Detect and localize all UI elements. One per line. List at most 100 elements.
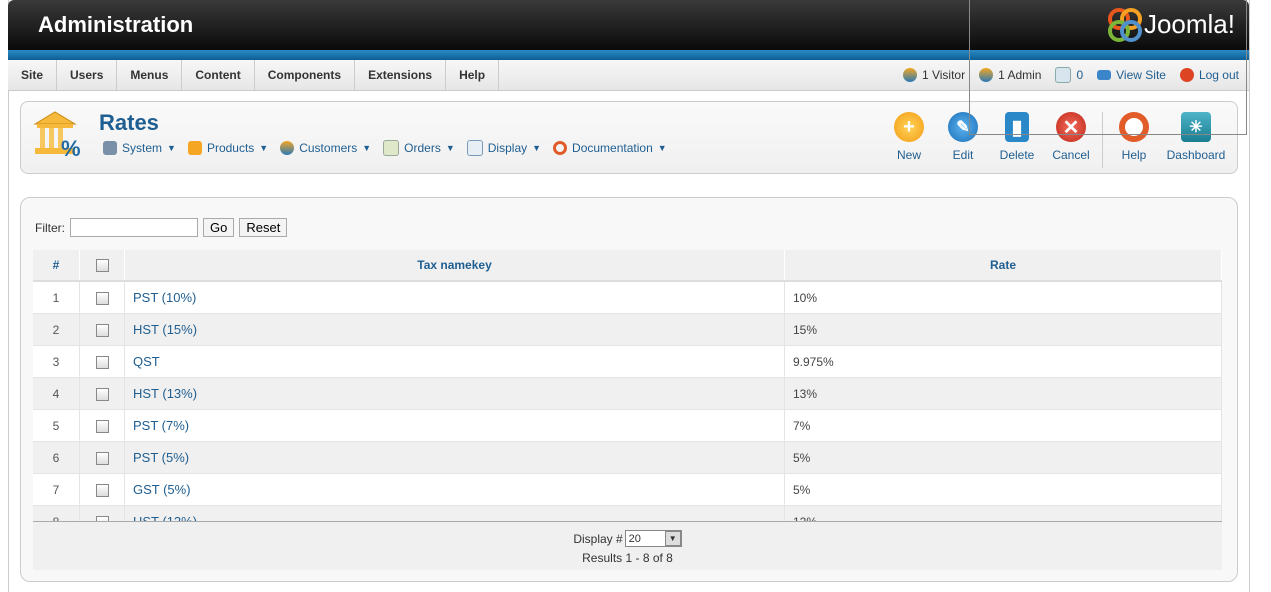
menu-users[interactable]: Users <box>57 60 118 90</box>
submenu-customers-label: Customers <box>299 141 358 155</box>
display-select[interactable]: 20 ▼ <box>624 530 682 547</box>
row-name-link[interactable]: QST <box>133 354 160 369</box>
table-row: 5 PST (7%) 7% <box>33 409 1222 442</box>
row-checkbox[interactable] <box>95 451 109 465</box>
display-limit: Display # 20 ▼ <box>33 530 1222 547</box>
reset-button[interactable]: Reset <box>239 218 288 237</box>
header-title: Administration <box>38 12 194 37</box>
row-number: 7 <box>33 473 80 506</box>
chevron-down-icon: ▼ <box>167 143 176 153</box>
delete-button-label: Delete <box>999 148 1035 162</box>
row-checkbox[interactable] <box>95 419 109 433</box>
content-panel: Filter: Go Reset # Tax namekey Rate 1 PS… <box>20 197 1238 582</box>
filter-label: Filter: <box>35 220 65 235</box>
chevron-down-icon: ▼ <box>657 143 667 153</box>
submenu-orders-label: Orders <box>404 141 441 155</box>
table-row: 6 PST (5%) 5% <box>33 441 1222 474</box>
users-icon <box>902 68 917 82</box>
display-icon <box>466 140 483 156</box>
results-count: Results 1 - 8 of 8 <box>582 551 673 565</box>
column-header-name[interactable]: Tax namekey <box>124 250 785 282</box>
row-select <box>79 409 125 442</box>
row-number: 3 <box>33 345 80 378</box>
rates-table: # Tax namekey Rate 1 PST (10%) 10% 2 HST… <box>33 250 1222 538</box>
menu-extensions[interactable]: Extensions <box>355 60 447 90</box>
row-select <box>79 377 125 410</box>
wrench-icon <box>103 141 117 155</box>
row-name-link[interactable]: HST (13%) <box>133 386 197 401</box>
go-button[interactable]: Go <box>203 218 235 237</box>
table-row: 2 HST (15%) 15% <box>33 313 1222 346</box>
chevron-down-icon: ▼ <box>664 531 681 546</box>
row-select <box>79 281 125 314</box>
row-number: 2 <box>33 313 80 346</box>
submenu-documentation[interactable]: Documentation ▼ <box>553 140 667 156</box>
pagination-footer: Display # 20 ▼ Results 1 - 8 of 8 <box>33 521 1222 570</box>
column-header-select <box>79 250 125 282</box>
display-select-value: 20 <box>628 532 641 545</box>
row-checkbox[interactable] <box>95 291 109 305</box>
visitors-count: 1 Visitor <box>921 68 966 82</box>
row-name-cell: PST (10%) <box>124 281 785 314</box>
row-number: 4 <box>33 377 80 410</box>
chevron-down-icon: ▼ <box>259 143 269 153</box>
row-rate: 13% <box>784 377 1222 410</box>
row-checkbox[interactable] <box>95 387 109 401</box>
submenu-products[interactable]: Products ▼ <box>187 140 269 156</box>
help-button-label: Help <box>1121 148 1147 162</box>
select-all-checkbox[interactable] <box>95 259 109 273</box>
table-header-row: # Tax namekey Rate <box>33 250 1222 282</box>
row-rate: 7% <box>784 409 1222 442</box>
row-number: 1 <box>33 281 80 314</box>
row-checkbox[interactable] <box>95 355 109 369</box>
table-row: 1 PST (10%) 10% <box>33 281 1222 314</box>
column-header-rate[interactable]: Rate <box>784 250 1222 282</box>
submenu-documentation-label: Documentation <box>572 141 653 155</box>
visitors-status: 1 Visitor <box>902 68 966 82</box>
row-name-link[interactable]: PST (5%) <box>133 450 189 465</box>
lifebuoy-icon <box>553 141 568 155</box>
chevron-down-icon: ▼ <box>532 143 542 153</box>
row-name-link[interactable]: PST (10%) <box>133 290 196 305</box>
row-select <box>79 441 125 474</box>
chevron-down-icon: ▼ <box>445 143 455 153</box>
edit-button-label: Edit <box>952 148 974 162</box>
row-rate: 9.975% <box>784 345 1222 378</box>
cancel-button-label: Cancel <box>1052 148 1090 162</box>
row-select <box>79 345 125 378</box>
table-row: 3 QST 9.975% <box>33 345 1222 378</box>
submenu-display[interactable]: Display ▼ <box>466 140 542 156</box>
menu-components[interactable]: Components <box>255 60 356 90</box>
row-checkbox[interactable] <box>95 323 109 337</box>
column-header-num: # <box>33 250 80 282</box>
new-button[interactable]: + New <box>882 112 936 168</box>
display-label: Display # <box>573 531 623 546</box>
row-name-cell: HST (15%) <box>124 313 785 346</box>
row-number: 6 <box>33 441 80 474</box>
row-name-link[interactable]: GST (5%) <box>133 482 191 497</box>
filter-bar: Filter: Go Reset <box>35 218 288 237</box>
submenu-orders[interactable]: Orders ▼ <box>383 140 455 156</box>
row-checkbox[interactable] <box>95 483 109 497</box>
filter-input[interactable] <box>70 218 198 237</box>
table-row: 4 HST (13%) 13% <box>33 377 1222 410</box>
menu-help[interactable]: Help <box>446 60 500 90</box>
row-name-cell: PST (5%) <box>124 441 785 474</box>
page-title: Rates <box>99 110 159 135</box>
row-name-cell: GST (5%) <box>124 473 785 506</box>
submenu-display-label: Display <box>487 141 528 155</box>
dashboard-button-label: Dashboard <box>1166 148 1226 162</box>
submenu-customers[interactable]: Customers ▼ <box>280 140 371 156</box>
box-icon <box>187 141 202 155</box>
users-icon <box>280 141 295 155</box>
menu-menus[interactable]: Menus <box>117 60 183 90</box>
row-name-link[interactable]: PST (7%) <box>133 418 189 433</box>
row-name-link[interactable]: HST (15%) <box>133 322 197 337</box>
menu-content[interactable]: Content <box>182 60 255 90</box>
rates-icon: % <box>31 108 85 161</box>
row-select <box>79 313 125 346</box>
submenu-system[interactable]: System ▼ <box>103 140 176 156</box>
row-rate: 15% <box>784 313 1222 346</box>
row-select <box>79 473 125 506</box>
menu-site[interactable]: Site <box>8 60 58 90</box>
